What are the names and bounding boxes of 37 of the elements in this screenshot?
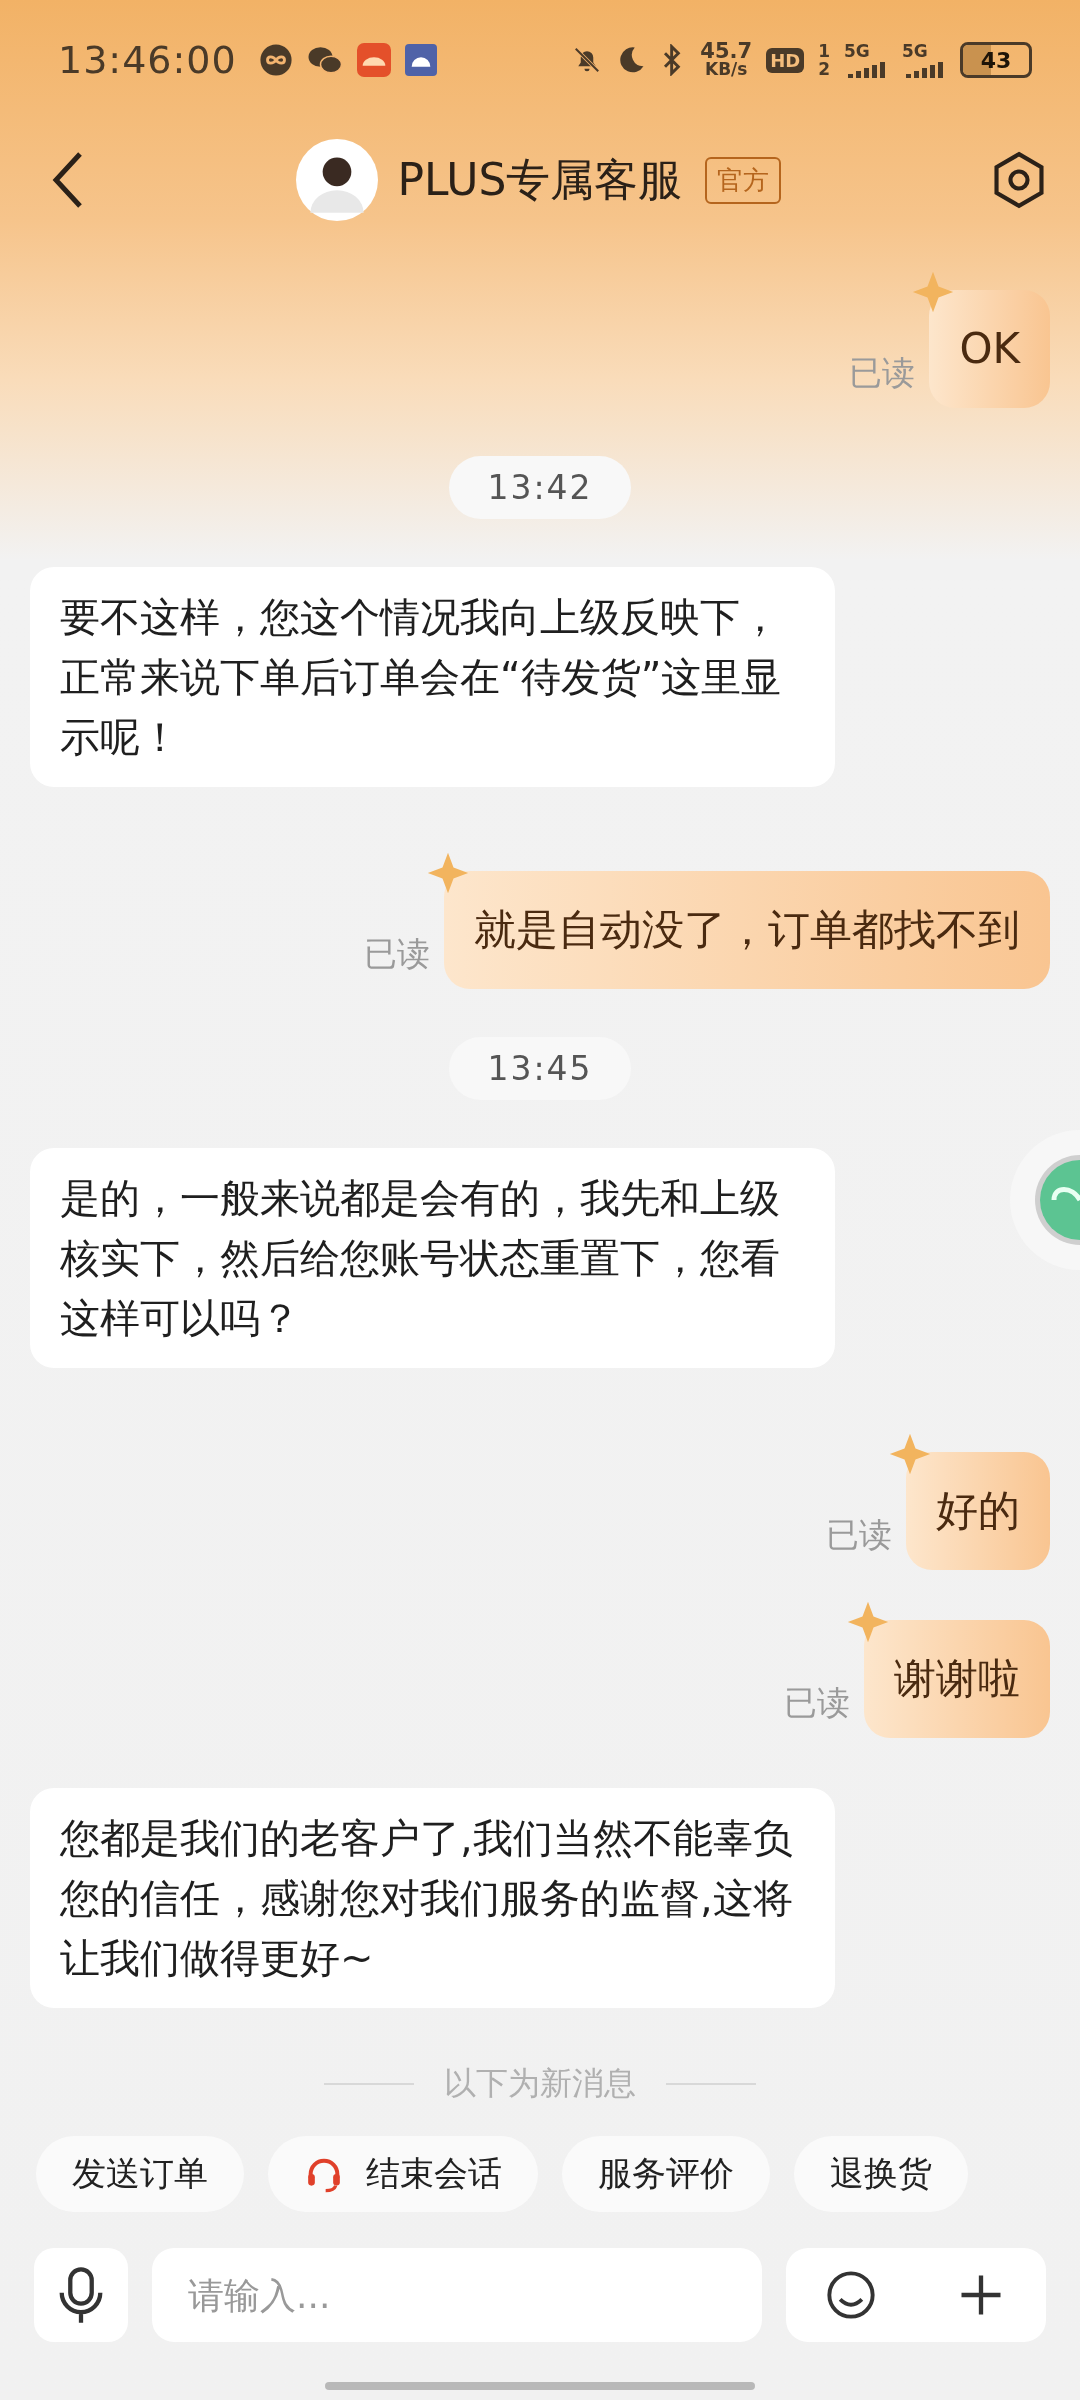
android-icon bbox=[404, 44, 437, 76]
infinity-icon bbox=[258, 43, 293, 77]
network-type: 5G bbox=[902, 42, 928, 60]
app-icon bbox=[356, 43, 391, 77]
voice-button[interactable] bbox=[34, 2248, 128, 2342]
agent-message: 您都是我们的老客户了,我们当然不能辜负您的信任，感谢您对我们服务的监督,这将让我们做得更好~ bbox=[30, 1788, 835, 2008]
network-type: 5G bbox=[844, 42, 870, 60]
read-receipt: 已读 bbox=[849, 352, 916, 394]
network-speed: 45.7 bbox=[700, 42, 753, 60]
emoji-button[interactable] bbox=[825, 2269, 877, 2321]
chat-icon bbox=[306, 45, 343, 75]
quick-reply-chip[interactable]: 退换货 bbox=[794, 2136, 968, 2212]
hd-badge: HD bbox=[766, 47, 805, 73]
chat-title: PLUS专属客服 bbox=[397, 152, 683, 207]
agent-message: 是的，一般来说都是会有的，我先和上级核实下，然后给您账号状态重置下，您看这样可以吗？ bbox=[30, 1148, 835, 1368]
agent-message: 要不这样，您这个情况我向上级反映下，正常来说下单后订单会在“待发货”这里显示呢！ bbox=[30, 567, 835, 787]
quick-reply-chip[interactable]: 结束会话 bbox=[268, 2136, 538, 2212]
status-time: 13:46:00 bbox=[58, 38, 237, 82]
timestamp: 13:42 bbox=[449, 456, 631, 519]
read-receipt: 已读 bbox=[784, 1682, 850, 1724]
quick-reply-chip[interactable]: 服务评价 bbox=[562, 2136, 770, 2212]
battery-percent: 43 bbox=[980, 47, 1012, 73]
new-messages-divider: 以下为新消息 bbox=[444, 2063, 636, 2104]
speed-unit: KB/s bbox=[705, 60, 748, 78]
read-receipt: 已读 bbox=[364, 933, 430, 975]
message-input[interactable]: 请输入... bbox=[152, 2248, 762, 2342]
avatar[interactable] bbox=[295, 139, 378, 221]
sim-number: 2 bbox=[818, 60, 830, 78]
timestamp: 13:45 bbox=[449, 1037, 631, 1100]
star-icon bbox=[426, 851, 470, 895]
smiley-icon bbox=[825, 2269, 877, 2321]
star-icon bbox=[846, 1600, 890, 1644]
star-icon bbox=[888, 1432, 932, 1476]
official-badge: 官方 bbox=[704, 156, 781, 204]
quick-reply-chip[interactable]: 发送订单 bbox=[36, 2136, 244, 2212]
read-receipt: 已读 bbox=[826, 1514, 892, 1556]
sim-number: 1 bbox=[818, 42, 830, 60]
